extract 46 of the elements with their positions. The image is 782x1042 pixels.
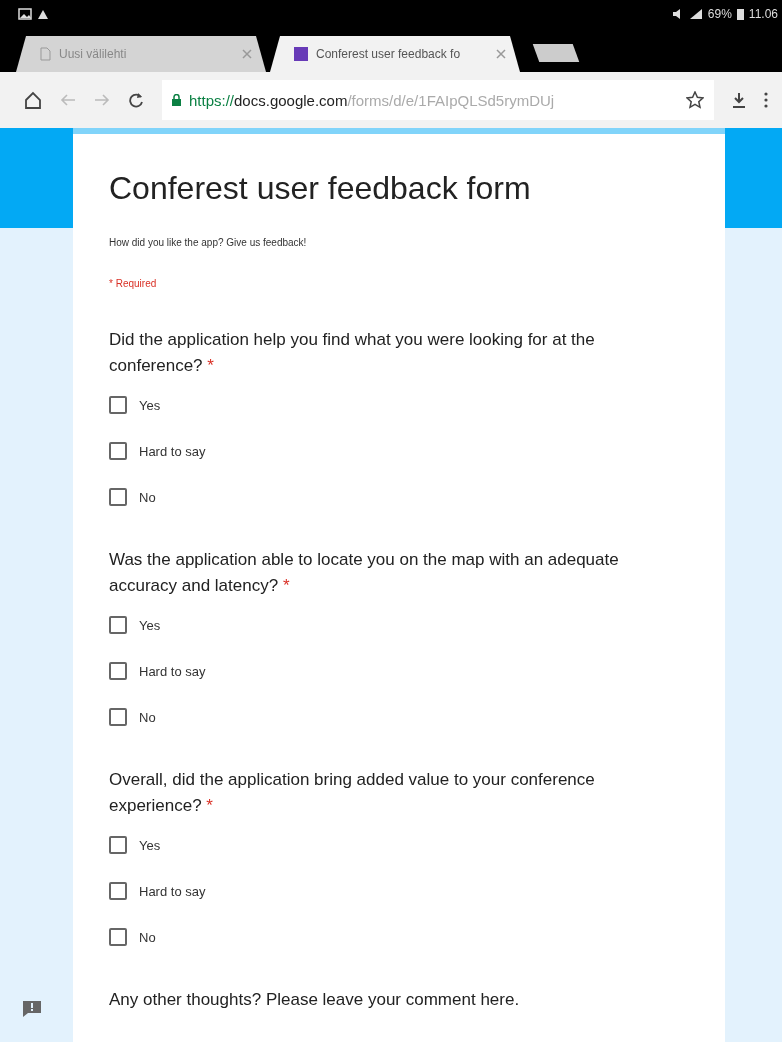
- star-icon[interactable]: [686, 91, 704, 109]
- forms-icon: [294, 47, 308, 61]
- feedback-icon[interactable]: [22, 1000, 42, 1018]
- option-label: No: [139, 489, 156, 505]
- checkbox[interactable]: [109, 442, 127, 460]
- checkbox[interactable]: [109, 882, 127, 900]
- download-icon[interactable]: [732, 92, 746, 108]
- url-text: https://docs.google.com/forms/d/e/1FAIpQLSd5rymDUj: [189, 91, 556, 109]
- option-label: Yes: [139, 837, 161, 853]
- new-tab-button[interactable]: [532, 44, 580, 62]
- checkbox[interactable]: [109, 662, 127, 680]
- option-label: Yes: [139, 397, 161, 413]
- checkbox[interactable]: [109, 396, 127, 414]
- page-icon: [40, 47, 51, 61]
- question-text: Did the application help you find what you were looking for at the conference? *: [109, 329, 596, 377]
- required-asterisk: *: [207, 356, 214, 375]
- browser-tab[interactable]: Conferest user feedback fo: [270, 36, 520, 72]
- lock-icon: [172, 94, 181, 106]
- menu-icon[interactable]: [764, 92, 768, 108]
- checkbox[interactable]: [109, 708, 127, 726]
- home-icon[interactable]: [24, 91, 42, 109]
- checkbox[interactable]: [109, 928, 127, 946]
- form-description: How did you like the app? Give us feedback!: [109, 237, 308, 248]
- address-bar[interactable]: https://docs.google.com/forms/d/e/1FAIpQLSd5rymDUj: [162, 80, 714, 120]
- checkbox[interactable]: [109, 488, 127, 506]
- battery-percentage: 69%: [707, 7, 732, 21]
- form-title: Conferest user feedback form: [109, 170, 532, 207]
- reload-icon[interactable]: [128, 92, 144, 108]
- battery-icon: [736, 8, 744, 20]
- checkbox[interactable]: [109, 836, 127, 854]
- required-asterisk: *: [282, 576, 290, 595]
- required-note: * Required: [109, 278, 158, 289]
- option-label: Yes: [139, 617, 161, 633]
- option-label: No: [139, 929, 156, 945]
- required-asterisk: *: [206, 796, 213, 815]
- option-label: Hard to say: [139, 663, 206, 679]
- option-label: Hard to say: [139, 443, 206, 459]
- question-text: Overall, did the application bring added value to your conference experience? *: [109, 769, 596, 817]
- question-text: Was the application able to locate you on the map with an adequate accuracy and latency? *: [109, 549, 620, 597]
- checkbox[interactable]: [109, 616, 127, 634]
- image-icon: [18, 8, 32, 20]
- close-icon[interactable]: [496, 49, 506, 59]
- option-label: Hard to say: [139, 883, 206, 899]
- option-label: No: [139, 709, 156, 725]
- question-text: Any other thoughts? Please leave your comment here.: [109, 989, 521, 1011]
- clock-time: 11.06: [748, 7, 778, 21]
